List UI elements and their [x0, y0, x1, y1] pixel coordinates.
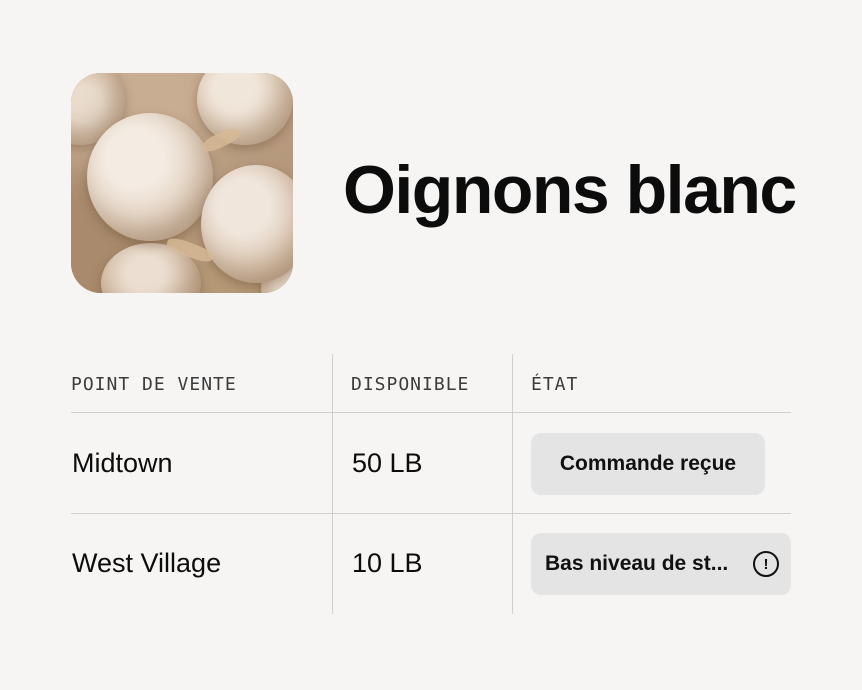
status-label: Bas niveau de st... [545, 552, 729, 575]
column-header-status: ÉTAT [531, 374, 579, 395]
row-divider [71, 513, 791, 514]
row-divider [71, 412, 791, 413]
column-header-location: POINT DE VENTE [71, 374, 237, 395]
location-cell: West Village [72, 548, 222, 578]
alert-circle-icon: ! [753, 551, 779, 577]
available-cell: 10 LB [352, 548, 423, 578]
location-cell: Midtown [72, 448, 173, 478]
available-cell: 50 LB [352, 448, 423, 478]
status-label: Commande reçue [559, 452, 737, 475]
product-card: Oignons blanc POINT DE VENTE DISPONIBLE … [0, 0, 862, 690]
column-divider [332, 354, 333, 614]
column-divider [512, 354, 513, 614]
status-badge[interactable]: Bas niveau de st... ! [531, 533, 791, 595]
product-title: Oignons blanc [343, 152, 797, 228]
column-header-available: DISPONIBLE [351, 374, 470, 395]
status-badge[interactable]: Commande reçue [531, 433, 765, 495]
product-image [71, 73, 293, 293]
